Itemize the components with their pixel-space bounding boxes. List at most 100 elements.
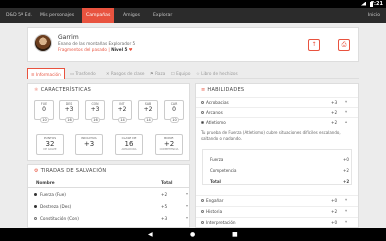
status-bar: 7:21 xyxy=(0,0,386,8)
tab-informacion[interactable]: ≡ Información xyxy=(27,68,65,79)
skill-value: +2 xyxy=(331,110,338,115)
stat-fue[interactable]: FUE 0 10 xyxy=(34,100,54,123)
save-name: Fuerza (Fue) xyxy=(40,192,66,197)
tab-raza[interactable]: ⚑ Raza xyxy=(147,68,168,79)
saves-header-row: Nombre Total xyxy=(28,178,189,188)
chevron-down-icon[interactable]: ▾ xyxy=(345,208,347,213)
share-icon: ↑ xyxy=(311,41,317,48)
skill-name: Interpretación xyxy=(206,220,236,225)
tab-equipo[interactable]: ☐ Equipo xyxy=(168,68,193,79)
tab-hechizos[interactable]: ☆ Libro de hechizos xyxy=(193,68,241,79)
print-button[interactable]: ⎙ xyxy=(338,39,350,51)
saves-title: ⚙ TIRADAS DE SALVACIÓN xyxy=(34,168,106,174)
skill-value: +0 xyxy=(331,220,338,225)
save-total: +5 xyxy=(161,204,168,209)
chevron-down-icon[interactable]: ▾ xyxy=(345,109,347,114)
scroll-icon: ▭ xyxy=(70,71,74,76)
section-tabs: ≡ Información ▭ Trasfondo ✕ Rasgos de cl… xyxy=(27,68,359,79)
tab-label: Libro de hechizos xyxy=(201,71,238,76)
box-value: 16 xyxy=(124,140,134,148)
tab-trasfondo[interactable]: ▭ Trasfondo xyxy=(67,68,99,79)
heart-icon[interactable]: ♥ xyxy=(129,47,133,52)
nav-item-characters[interactable]: Mis personajes xyxy=(40,8,74,23)
chevron-down-icon[interactable]: ▾ xyxy=(345,197,347,202)
not-proficient-dot-icon xyxy=(201,101,204,104)
tab-label: Raza xyxy=(155,71,166,76)
skill-name: Historia xyxy=(206,209,223,214)
table-row[interactable]: Constitución (Con) +3 ▾ xyxy=(28,214,189,224)
stat-des[interactable]: DES +3 16 xyxy=(59,100,79,123)
avatar xyxy=(34,34,52,52)
character-class: Enano de las montañas Explorador 5 xyxy=(58,41,136,46)
box-value: 32 xyxy=(45,140,55,148)
recents-icon[interactable]: ■ xyxy=(232,231,238,238)
info-icon: ≡ xyxy=(31,72,35,77)
character-subline: Fragmentos del pasado | Nivel 5 ♥ xyxy=(58,47,133,52)
stat-con[interactable]: CON +3 16 xyxy=(85,100,105,123)
skill-row[interactable]: Arcanos +2 ▾ xyxy=(196,107,358,116)
skill-row[interactable]: Interpretación +0 ▾ xyxy=(196,217,358,226)
stat-sab[interactable]: SAB +2 14 xyxy=(138,100,158,123)
skill-name: Engañar xyxy=(206,198,224,203)
detail-value: +2 xyxy=(343,168,349,173)
top-navigation: D&D 5ª Ed. Mis personajes Campañas Amigo… xyxy=(0,8,386,23)
table-row[interactable]: Fuerza (Fue) +2 ▾ xyxy=(28,190,189,200)
saving-throws-panel: ⚙ TIRADAS DE SALVACIÓN Nombre Total Fuer… xyxy=(27,164,190,228)
tab-rasgos[interactable]: ✕ Rasgos de clase xyxy=(103,68,148,79)
stat-int[interactable]: INT +2 14 xyxy=(112,100,132,123)
panel-title: TIRADAS DE SALVACIÓN xyxy=(40,168,107,174)
stat-car[interactable]: CAR 0 10 xyxy=(164,100,184,123)
panel-title: HABILIDADES xyxy=(207,87,245,93)
box-sublabel: COMPETENCIA xyxy=(159,148,179,151)
armor-class-box[interactable]: CLASE DE 16 ARMADURA xyxy=(115,134,143,155)
hit-points-box[interactable]: PUNTOS 32 DE GOLPE xyxy=(36,134,64,155)
chevron-up-icon[interactable]: ▴ xyxy=(345,119,347,124)
android-nav-bar: ◀ ● ■ xyxy=(0,228,386,241)
table-row[interactable]: Destreza (Des) +5 ▾ xyxy=(28,202,189,212)
stat-mod: 0 xyxy=(42,106,46,113)
col-total-header: Total xyxy=(161,180,173,185)
chevron-down-icon[interactable]: ▾ xyxy=(186,215,188,220)
detail-row: Competencia +2 xyxy=(203,166,351,174)
proficiency-box[interactable]: BONIF. +2 COMPETENCIA xyxy=(155,134,183,155)
chevron-down-icon[interactable]: ▾ xyxy=(345,99,347,104)
list-icon: ≡ xyxy=(201,87,206,93)
proficient-dot-icon xyxy=(201,121,204,124)
character-name: Garrim xyxy=(58,34,79,41)
nav-home-link[interactable]: Inicio xyxy=(368,8,380,23)
back-icon[interactable]: ◀ xyxy=(148,231,153,238)
nav-item-dnd[interactable]: D&D 5ª Ed. xyxy=(6,8,32,23)
skill-row[interactable]: Historia +2 ▾ xyxy=(196,206,358,215)
not-proficient-dot-icon xyxy=(34,217,37,220)
chevron-down-icon[interactable]: ▾ xyxy=(345,219,347,224)
initiative-box[interactable]: INICIATIVA +3 xyxy=(75,134,103,155)
nav-item-campaigns[interactable]: Campañas xyxy=(82,8,115,23)
star-icon: ☆ xyxy=(196,71,200,76)
skill-value: +3 xyxy=(331,100,338,105)
home-icon[interactable]: ● xyxy=(190,231,195,238)
not-proficient-dot-icon xyxy=(201,221,204,224)
chevron-down-icon[interactable]: ▾ xyxy=(186,203,188,208)
skill-row[interactable]: Engañar +0 ▾ xyxy=(196,195,358,204)
detail-row: Total +2 xyxy=(203,177,351,185)
chevron-down-icon[interactable]: ▾ xyxy=(186,191,188,196)
stat-score: 14 xyxy=(144,117,153,123)
skill-row[interactable]: Acrobacias +3 ▾ xyxy=(196,97,358,106)
share-button[interactable]: ↑ xyxy=(308,39,320,51)
campaign-link[interactable]: Fragmentos del pasado xyxy=(58,47,107,52)
stat-score: 16 xyxy=(65,117,74,123)
save-total: +2 xyxy=(161,192,168,197)
nav-item-friends[interactable]: Amigos xyxy=(123,8,140,23)
skill-detail-box: Fuerza +0 Competencia +2 Total +2 xyxy=(202,149,352,185)
nav-item-explore[interactable]: Explorar xyxy=(153,8,172,23)
skill-name: Arcanos xyxy=(206,110,223,115)
stat-mod: 0 xyxy=(172,106,176,113)
proficient-dot-icon xyxy=(34,205,37,208)
tab-label: Equipo xyxy=(176,71,191,76)
save-name: Destreza (Des) xyxy=(40,204,72,209)
skill-row[interactable]: Atletismo +2 ▴ xyxy=(196,117,358,126)
stat-mod: +3 xyxy=(64,106,74,113)
stat-mod: +2 xyxy=(117,106,127,113)
detail-key: Fuerza xyxy=(210,157,224,162)
bag-icon: ☐ xyxy=(171,71,175,76)
